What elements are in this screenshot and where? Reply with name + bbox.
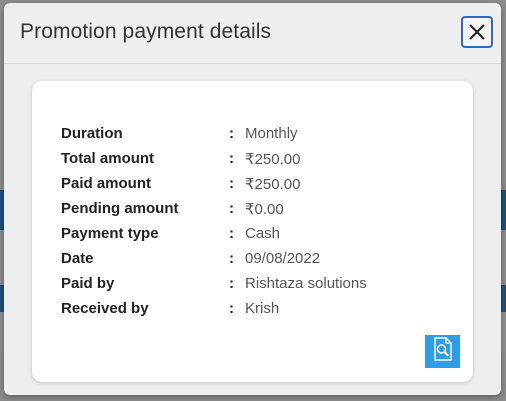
detail-value: Monthly (245, 125, 298, 142)
detail-separator: : (229, 275, 234, 292)
detail-row-received-by: Received by : Krish (61, 296, 367, 321)
detail-label: Pending amount (61, 200, 179, 217)
dialog-header: Promotion payment details (4, 3, 501, 64)
details-list: Duration : Monthly Total amount : ₹250.0… (61, 121, 367, 321)
detail-row-paid-amount: Paid amount : ₹250.00 (61, 171, 367, 196)
detail-row-pending-amount: Pending amount : ₹0.00 (61, 196, 367, 221)
detail-row-payment-type: Payment type : Cash (61, 221, 367, 246)
detail-label: Date (61, 250, 94, 267)
detail-label: Payment type (61, 225, 159, 242)
detail-value: 09/08/2022 (245, 250, 321, 267)
detail-separator: : (229, 125, 234, 142)
detail-row-date: Date : 09/08/2022 (61, 246, 367, 271)
view-receipt-button[interactable] (425, 335, 460, 368)
detail-label: Duration (61, 125, 123, 142)
details-card: Duration : Monthly Total amount : ₹250.0… (32, 81, 473, 382)
document-search-icon (431, 336, 455, 367)
detail-row-duration: Duration : Monthly (61, 121, 367, 146)
detail-separator: : (229, 150, 234, 167)
detail-value: ₹250.00 (245, 175, 301, 193)
detail-value: Cash (245, 225, 281, 242)
close-icon (468, 23, 486, 41)
detail-value: Krish (245, 300, 280, 317)
detail-label: Paid amount (61, 175, 152, 192)
dialog-title: Promotion payment details (20, 20, 272, 43)
detail-value: Rishtaza solutions (245, 275, 367, 292)
detail-label: Received by (61, 300, 149, 317)
detail-label: Total amount (61, 150, 155, 167)
detail-row-total-amount: Total amount : ₹250.00 (61, 146, 367, 171)
detail-separator: : (229, 200, 234, 217)
detail-separator: : (229, 250, 234, 267)
detail-separator: : (229, 225, 234, 242)
detail-value: ₹0.00 (245, 200, 284, 218)
detail-label: Paid by (61, 275, 115, 292)
detail-separator: : (229, 300, 234, 317)
payment-details-dialog: Promotion payment details Duration : Mon… (4, 3, 501, 395)
detail-value: ₹250.00 (245, 150, 301, 168)
detail-row-paid-by: Paid by : Rishtaza solutions (61, 271, 367, 296)
detail-separator: : (229, 175, 234, 192)
close-button[interactable] (461, 16, 493, 48)
